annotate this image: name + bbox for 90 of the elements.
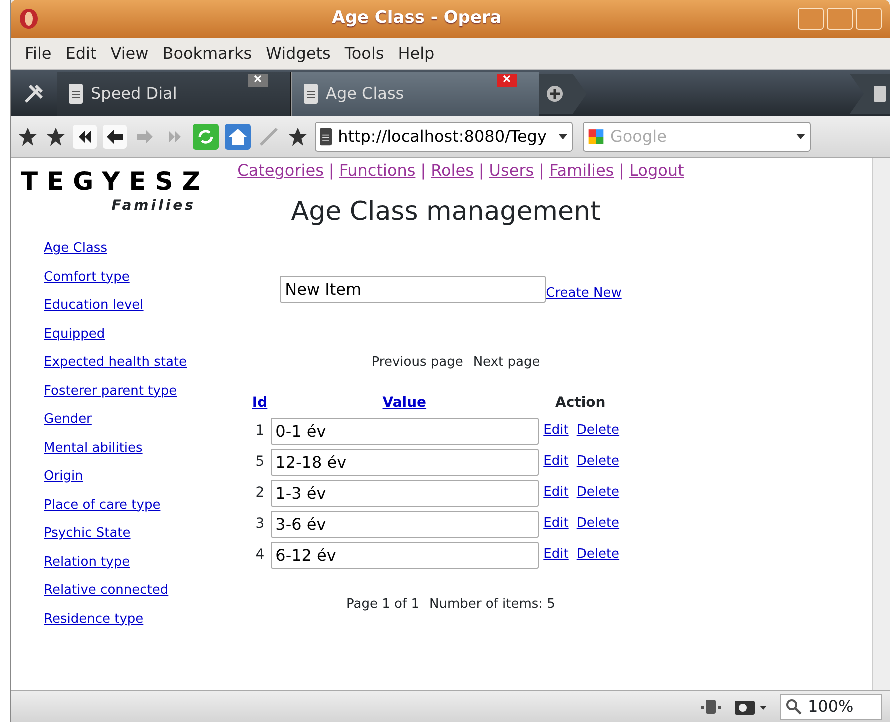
- search-icon: [786, 698, 802, 714]
- opera-logo-icon: [19, 8, 39, 30]
- separator-text: |: [619, 160, 625, 182]
- edit-link[interactable]: Edit: [544, 485, 569, 500]
- column-sort-link[interactable]: Value: [382, 394, 427, 410]
- sidebar-link[interactable]: Psychic State: [44, 526, 131, 541]
- star-icon[interactable]: [287, 126, 309, 148]
- search-engine-icon: [588, 126, 604, 146]
- sidebar-link[interactable]: Age Class: [44, 241, 108, 256]
- logo-title: TEGYESZ: [21, 168, 210, 196]
- sidebar-link[interactable]: Fosterer parent type: [44, 384, 178, 398]
- page-heading: Age Class management: [291, 196, 601, 229]
- delete-link[interactable]: Delete: [576, 516, 620, 532]
- page-icon: [320, 126, 332, 146]
- separator-text: |: [539, 160, 544, 182]
- logo-subtitle: Families: [110, 197, 196, 216]
- menu-item[interactable]: Bookmarks: [162, 42, 252, 66]
- id-text: 1: [256, 422, 265, 438]
- menu-item[interactable]: Help: [398, 42, 435, 66]
- menu-item[interactable]: Tools: [344, 42, 384, 66]
- tab-close-icon[interactable]: [248, 74, 268, 87]
- edit-link[interactable]: Edit: [544, 547, 569, 562]
- home-icon[interactable]: [225, 124, 251, 150]
- address-bar[interactable]: http://localhost:8080/Tegy: [315, 122, 573, 152]
- nav-link[interactable]: Families: [550, 159, 614, 183]
- item-count-text: Number of items: 5: [430, 596, 556, 614]
- nav-link[interactable]: Categories: [238, 159, 324, 183]
- separator-text: |: [478, 160, 484, 182]
- sidebar-link[interactable]: Education level: [44, 298, 144, 313]
- reload-icon[interactable]: [193, 124, 219, 150]
- sidebar-link[interactable]: Origin: [44, 469, 84, 484]
- edit-link[interactable]: Edit: [544, 454, 569, 470]
- sidebar-link[interactable]: Equipped: [44, 326, 106, 342]
- dropdown-arrow-icon[interactable]: [796, 132, 806, 140]
- menu-item[interactable]: Edit: [66, 42, 97, 66]
- id-text: 2: [256, 484, 265, 500]
- sidebar-link[interactable]: Place of care type: [44, 498, 161, 512]
- sidebar-link[interactable]: Comfort type: [44, 270, 130, 284]
- edit-link[interactable]: Edit: [544, 423, 569, 438]
- nav-link[interactable]: Users: [489, 159, 534, 183]
- star-icon[interactable]: [45, 126, 67, 148]
- id-text: 4: [256, 546, 265, 562]
- column-sort-link[interactable]: Id: [252, 394, 268, 410]
- vertical-scrollbar[interactable]: [872, 158, 890, 690]
- value-field[interactable]: 3-6 év: [270, 510, 539, 538]
- previous-page-text: Previous page: [372, 354, 464, 372]
- menu-item[interactable]: Widgets: [266, 42, 331, 66]
- value-field[interactable]: 0-1 év: [270, 418, 539, 444]
- zoom-field[interactable]: 100%: [780, 694, 882, 720]
- delete-link[interactable]: Delete: [576, 454, 620, 470]
- delete-link[interactable]: Delete: [576, 547, 620, 562]
- page-icon: [304, 84, 318, 104]
- value-field[interactable]: 1-3 év: [270, 480, 539, 506]
- rewind-icon[interactable]: [73, 124, 97, 148]
- device-icon[interactable]: [700, 698, 722, 716]
- sidebar-link[interactable]: Mental abilities: [44, 440, 143, 456]
- id-text: 3: [256, 516, 265, 532]
- page-count-text: Page 1 of 1: [346, 596, 420, 614]
- id-text: 5: [256, 454, 265, 470]
- separator-text: |: [328, 160, 334, 182]
- next-page-text: Next page: [473, 354, 540, 372]
- window-title: Age Class - Opera: [331, 7, 503, 30]
- address-field[interactable]: http://localhost:8080/Tegy: [338, 124, 552, 148]
- page-icon: [69, 84, 83, 104]
- delete-link[interactable]: Delete: [576, 485, 620, 500]
- nav-link[interactable]: Roles: [431, 159, 474, 183]
- browser-tab[interactable]: Speed Dial: [57, 72, 291, 116]
- separator-text: |: [420, 160, 426, 182]
- tab-close-icon[interactable]: [497, 74, 517, 87]
- edit-link[interactable]: Edit: [544, 516, 569, 532]
- create-new-link[interactable]: Create New: [546, 284, 622, 303]
- sidebar-link[interactable]: Expected health state: [44, 355, 187, 370]
- value-field[interactable]: 6-12 év: [270, 542, 539, 568]
- sidebar-link[interactable]: Relation type: [44, 554, 130, 570]
- sidebar-link[interactable]: Gender: [44, 412, 92, 427]
- nav-link[interactable]: Functions: [339, 159, 416, 183]
- column-header: Action: [556, 394, 606, 410]
- dropdown-arrow-icon[interactable]: [558, 132, 568, 140]
- menu-item[interactable]: View: [110, 42, 149, 66]
- search-box[interactable]: Google: [583, 122, 811, 152]
- browser-tab[interactable]: Age Class: [291, 72, 539, 116]
- sidebar-link[interactable]: Relative connected: [44, 583, 169, 598]
- star-icon[interactable]: [17, 126, 39, 148]
- nav-link[interactable]: Logout: [630, 159, 684, 183]
- sidebar-link[interactable]: Residence type: [44, 612, 144, 626]
- menu-item[interactable]: File: [25, 42, 52, 66]
- search-field[interactable]: Google: [610, 124, 790, 148]
- new-item-field[interactable]: New Item: [280, 276, 546, 303]
- value-field[interactable]: 12-18 év: [270, 448, 539, 476]
- delete-link[interactable]: Delete: [576, 423, 620, 438]
